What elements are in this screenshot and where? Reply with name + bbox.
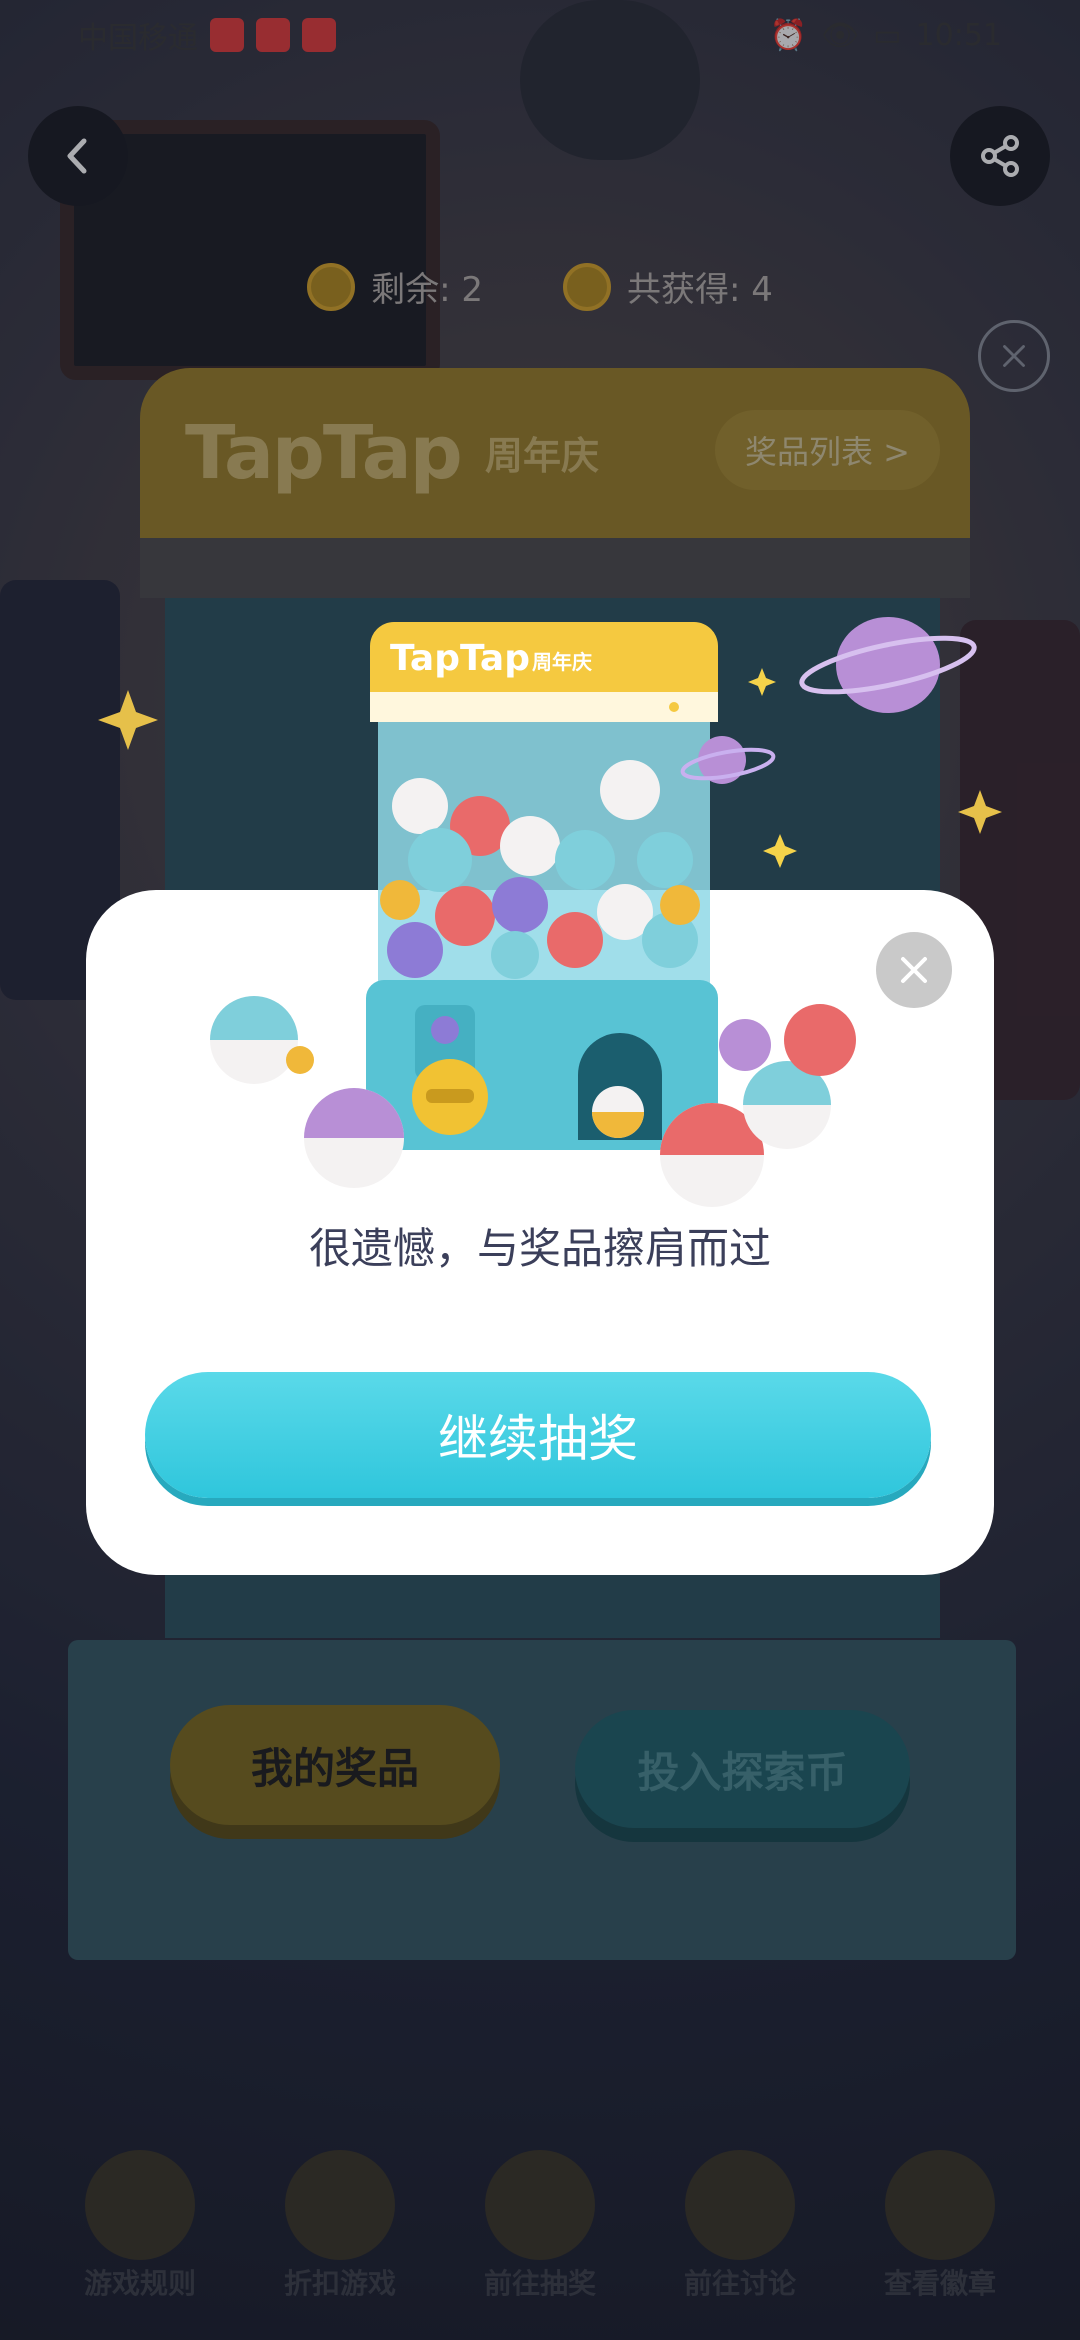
- dialog-message: 很遗憾，与奖品擦肩而过: [308, 1224, 771, 1273]
- continue-draw-button[interactable]: 继续抽奖: [145, 1372, 931, 1498]
- close-icon: [901, 957, 927, 983]
- dialog-close-button[interactable]: [876, 932, 952, 1008]
